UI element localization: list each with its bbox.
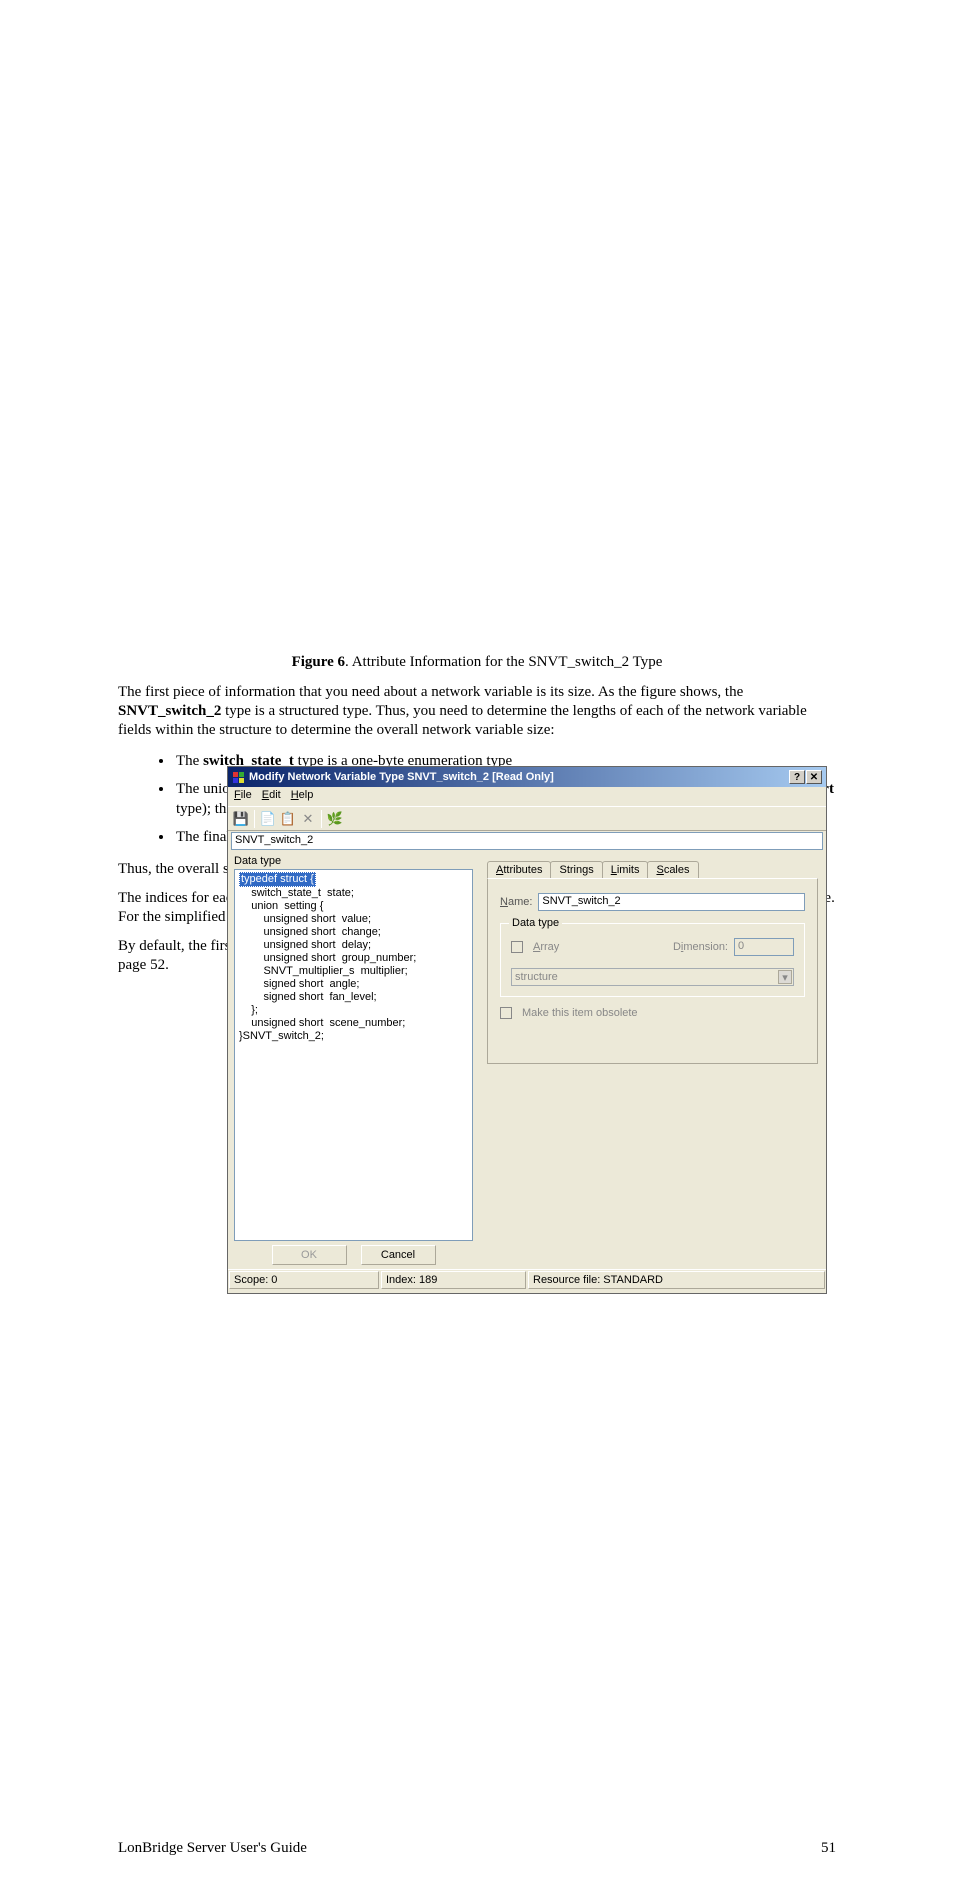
tab-panel-attributes: Name: SNVT_switch_2 Data type Array Dime… — [487, 878, 818, 1064]
status-scope: Scope: 0 — [229, 1271, 379, 1289]
code-line[interactable]: unsigned short delay; — [239, 939, 371, 951]
status-index: Index: 189 — [381, 1271, 526, 1289]
tab-strings[interactable]: Strings — [550, 861, 602, 878]
figure-caption: Figure 6. Attribute Information for the … — [118, 654, 836, 671]
app-icon — [232, 771, 245, 784]
data-type-group: Data type Array Dimension: 0 structure ▾ — [500, 923, 805, 997]
obsolete-label: Make this item obsolete — [522, 1007, 638, 1019]
code-line[interactable]: signed short fan_level; — [239, 991, 377, 1003]
code-line[interactable]: unsigned short value; — [239, 913, 371, 925]
titlebar[interactable]: Modify Network Variable Type SNVT_switch… — [228, 767, 826, 787]
structure-dropdown[interactable]: structure ▾ — [511, 968, 794, 986]
code-line[interactable]: unsigned short group_number; — [239, 952, 416, 964]
save-icon[interactable]: 💾 — [232, 810, 250, 828]
data-type-legend: Data type — [509, 917, 562, 929]
close-button[interactable]: ✕ — [806, 770, 822, 784]
code-line[interactable]: unsigned short change; — [239, 926, 381, 938]
dimension-label: Dimension: — [673, 941, 728, 953]
footer-title: LonBridge Server User's Guide — [118, 1840, 307, 1857]
name-label: Name: — [500, 896, 532, 908]
chevron-down-icon[interactable]: ▾ — [778, 970, 792, 984]
window-title: Modify Network Variable Type SNVT_switch… — [249, 771, 554, 783]
copy-icon[interactable]: 📄 — [259, 810, 277, 828]
name-input[interactable]: SNVT_switch_2 — [538, 893, 805, 911]
help-button[interactable]: ? — [789, 770, 805, 784]
code-line[interactable]: unsigned short scene_number; — [239, 1017, 405, 1029]
dimension-input: 0 — [734, 938, 794, 956]
menu-help[interactable]: Help — [291, 789, 314, 804]
paste-icon[interactable]: 📋 — [279, 810, 297, 828]
ok-button[interactable]: OK — [272, 1245, 347, 1265]
type-name-field[interactable]: SNVT_switch_2 — [231, 832, 823, 850]
page-footer: LonBridge Server User's Guide 51 — [118, 1840, 836, 1857]
code-line[interactable]: union setting { — [239, 900, 323, 912]
menubar: File Edit Help — [228, 787, 826, 806]
figure-label: Figure 6 — [292, 654, 345, 670]
dropdown-value: structure — [515, 971, 558, 983]
array-label: Array — [533, 941, 559, 953]
code-line[interactable]: }; — [239, 1004, 258, 1016]
status-resfile: Resource file: STANDARD — [528, 1271, 825, 1289]
tab-attributes[interactable]: Attributes — [487, 861, 551, 878]
dialog-window: Modify Network Variable Type SNVT_switch… — [227, 766, 827, 1294]
toolbar: 💾 📄 📋 ✕ 🌿 — [228, 806, 826, 831]
array-checkbox[interactable] — [511, 941, 523, 953]
menu-file[interactable]: File — [234, 789, 252, 804]
figure-caption-text: . Attribute Information for the SNVT_swi… — [345, 654, 662, 670]
page-number: 51 — [821, 1840, 836, 1857]
delete-icon[interactable]: ✕ — [299, 810, 317, 828]
status-bar: Scope: 0 Index: 189 Resource file: STAND… — [228, 1269, 826, 1289]
cancel-button[interactable]: Cancel — [361, 1245, 436, 1265]
code-line[interactable]: SNVT_multiplier_s multiplier; — [239, 965, 408, 977]
tab-scales[interactable]: Scales — [647, 861, 698, 878]
code-line[interactable]: signed short angle; — [239, 978, 359, 990]
code-line-selected[interactable]: typedef struct { — [239, 872, 316, 887]
data-type-label: Data type — [234, 855, 473, 867]
tree-icon[interactable]: 🌿 — [326, 810, 344, 828]
paragraph: The first piece of information that you … — [118, 683, 836, 741]
menu-edit[interactable]: Edit — [262, 789, 281, 804]
code-line[interactable]: switch_state_t state; — [239, 887, 354, 899]
code-line[interactable]: }SNVT_switch_2; — [239, 1030, 324, 1042]
obsolete-checkbox[interactable] — [500, 1007, 512, 1019]
tab-limits[interactable]: Limits — [602, 861, 649, 878]
code-listbox[interactable]: typedef struct { switch_state_t state; u… — [234, 869, 473, 1241]
